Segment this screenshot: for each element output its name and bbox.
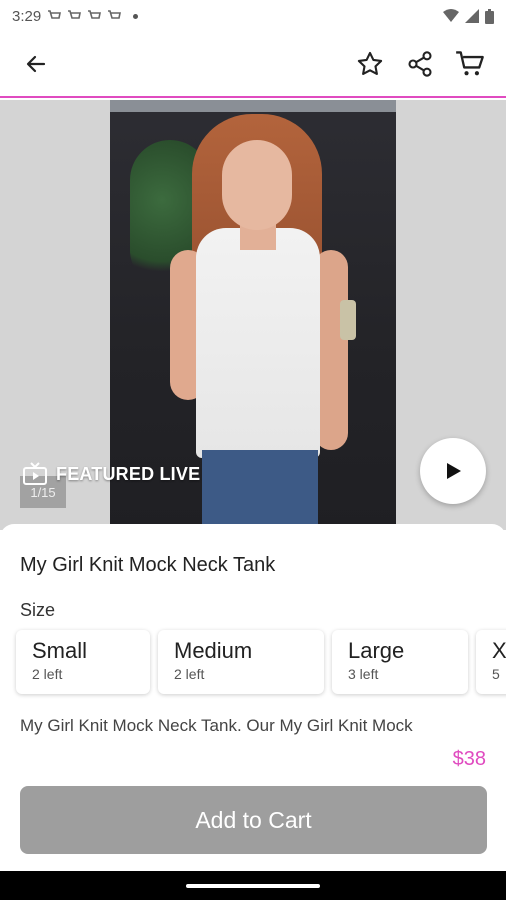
size-option-large[interactable]: Large 3 left [332, 630, 468, 694]
share-button[interactable] [400, 44, 440, 84]
add-to-cart-button[interactable]: Add to Cart [20, 786, 487, 854]
home-gesture-handle[interactable] [186, 883, 320, 888]
cart-notification-icon [68, 10, 82, 19]
size-stock: 2 left [174, 666, 205, 682]
size-option-small[interactable]: Small 2 left [16, 630, 150, 694]
wifi-icon [443, 9, 459, 22]
favorite-button[interactable] [350, 44, 390, 84]
size-section-label: Size [20, 600, 56, 620]
size-option-medium[interactable]: Medium 2 left [158, 630, 324, 694]
cart-button[interactable] [450, 44, 490, 84]
app-bar [0, 32, 506, 98]
cart-notification-icon [88, 10, 102, 19]
cart-icon [456, 51, 484, 76]
product-image-carousel[interactable]: 1/15 FEATURED LIVE [0, 100, 506, 530]
cart-notification-icon [48, 10, 62, 19]
share-icon [408, 51, 432, 77]
size-options: Small 2 left Medium 2 left Large 3 left … [16, 630, 506, 694]
size-name: Medium [174, 638, 253, 663]
size-stock: 5 [492, 666, 500, 682]
cart-notification-icon [108, 10, 122, 19]
tv-icon [23, 462, 47, 485]
back-button[interactable] [16, 44, 56, 84]
battery-icon [485, 8, 494, 24]
play-icon [447, 463, 461, 479]
size-name: Small [32, 638, 88, 663]
size-stock: 2 left [32, 666, 63, 682]
product-description: My Girl Knit Mock Neck Tank. Our My Girl… [20, 716, 413, 735]
size-name: Large [348, 638, 405, 663]
size-name: X [492, 638, 506, 663]
status-time: 3:29 [12, 7, 42, 25]
star-icon [357, 51, 383, 75]
product-title: My Girl Knit Mock Neck Tank [20, 554, 276, 576]
featured-live-label: FEATURED LIVE [56, 463, 201, 484]
system-navigation-bar [0, 871, 506, 900]
notification-dot [133, 13, 139, 19]
size-stock: 3 left [348, 666, 379, 682]
featured-live-badge: FEATURED LIVE [22, 462, 200, 486]
size-option-xl[interactable]: X 5 [476, 630, 506, 694]
status-bar: 3:29 [0, 0, 506, 32]
product-details-sheet: My Girl Knit Mock Neck Tank Size Small 2… [0, 524, 506, 900]
signal-icon [465, 9, 479, 23]
product-price: $38 [452, 748, 486, 770]
back-arrow-icon [26, 55, 46, 73]
play-video-button[interactable] [420, 438, 486, 504]
